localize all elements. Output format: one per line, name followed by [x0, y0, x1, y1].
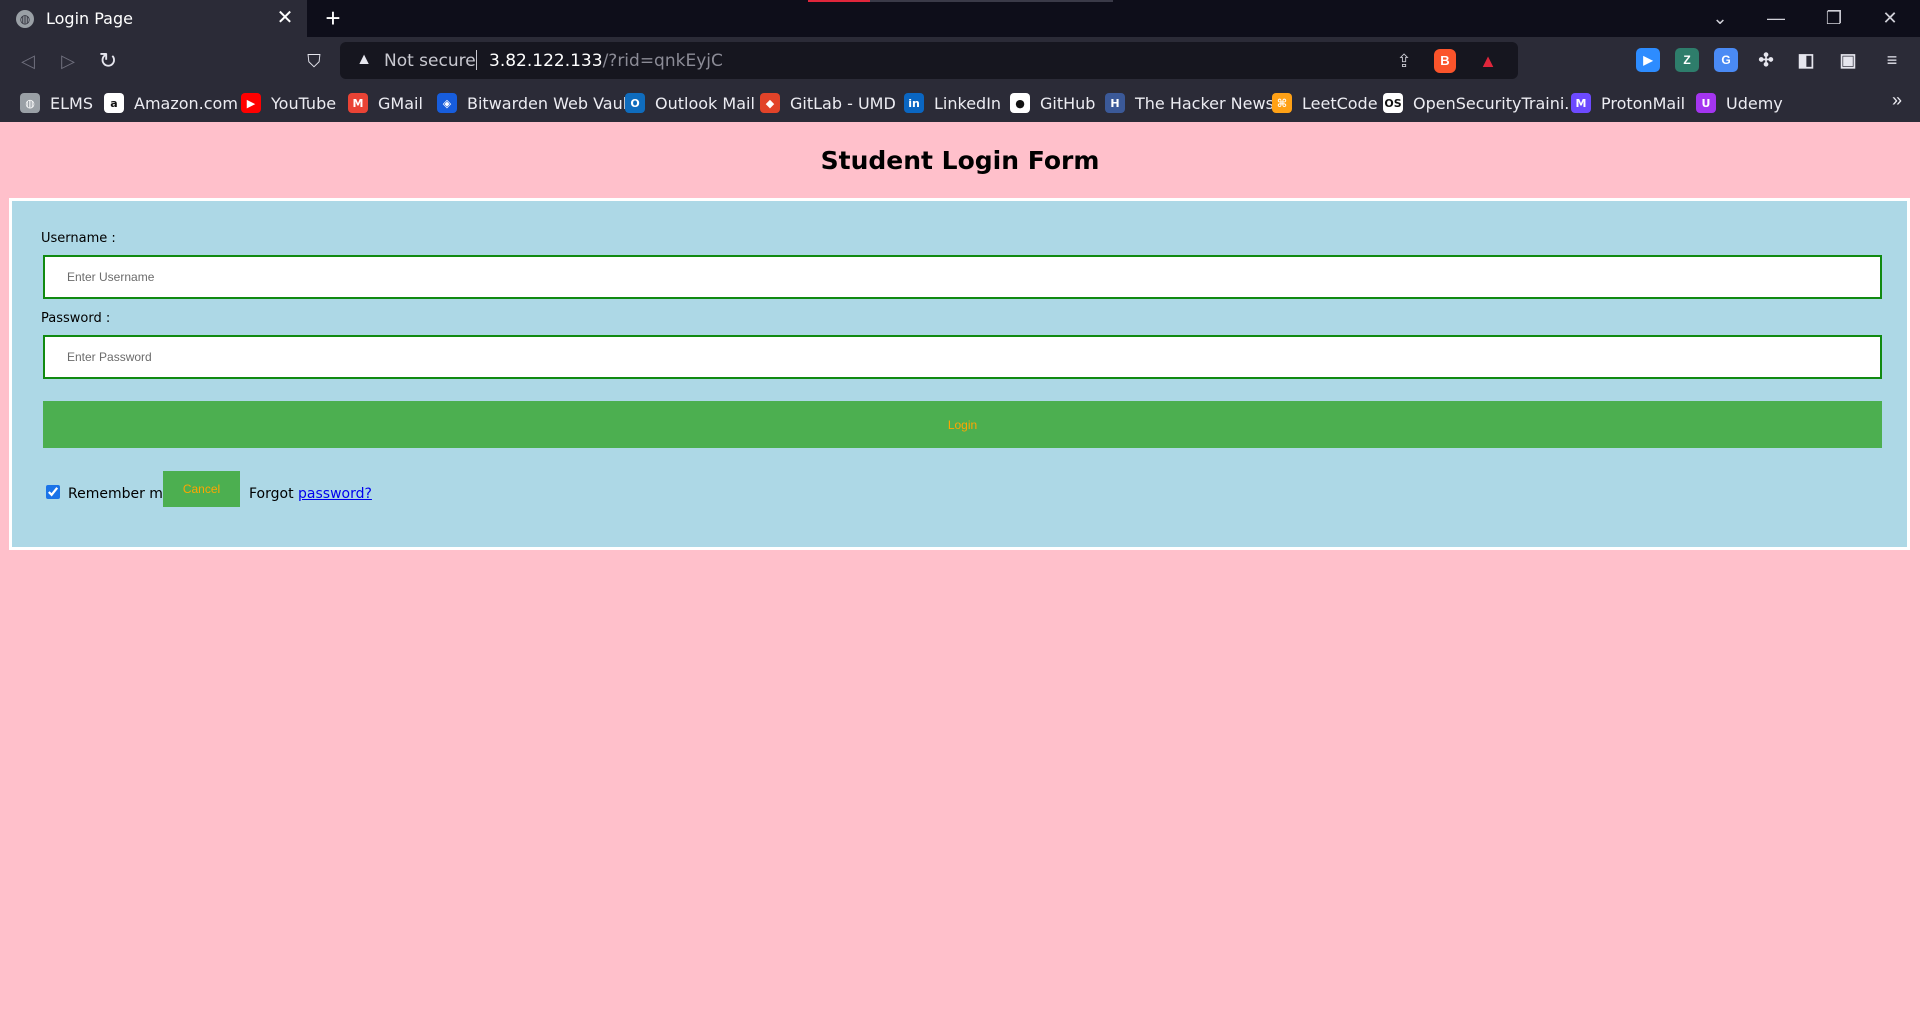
globe-icon: ◍: [20, 93, 40, 113]
amazon-icon: a: [104, 93, 124, 113]
extensions-icon[interactable]: ✣: [1754, 48, 1778, 72]
remember-me-checkbox[interactable]: [46, 485, 60, 499]
bookmark-label: ProtonMail: [1601, 93, 1686, 113]
bookmark-gitlab-umd[interactable]: ◆ GitLab - UMD: [760, 92, 896, 114]
back-icon[interactable]: ◁: [12, 45, 44, 77]
ost2-icon: OS: [1383, 93, 1403, 113]
divider: [476, 50, 477, 70]
bookmark-github[interactable]: ● GitHub: [1010, 92, 1095, 114]
bookmark-bitwarden-web-vault[interactable]: ◈ Bitwarden Web Vault: [437, 92, 633, 114]
warning-icon: ▲: [356, 51, 372, 68]
linkedin-icon: in: [904, 93, 924, 113]
bookmark-leetcode[interactable]: ⌘ LeetCode: [1272, 92, 1378, 114]
gitlab-icon: ◆: [760, 93, 780, 113]
udemy-icon: U: [1696, 93, 1716, 113]
bookmark-label: The Hacker News: [1135, 93, 1274, 113]
hackernews-icon: H: [1105, 93, 1125, 113]
bookmark-label: GitLab - UMD: [790, 93, 896, 113]
bookmark-udemy[interactable]: U Udemy: [1696, 92, 1783, 114]
bookmark-label: Bitwarden Web Vault: [467, 93, 634, 113]
brave-shields-icon[interactable]: B: [1434, 49, 1456, 73]
forward-icon[interactable]: ▷: [52, 45, 84, 77]
outlook-icon: O: [625, 93, 645, 113]
close-tab-icon[interactable]: ✕: [273, 6, 297, 30]
browser-toolbar: ◁ ▷ ↻ ⛉ ▲ Not secure 3.82.122.133/?rid=q…: [0, 37, 1920, 84]
wallet-icon[interactable]: ▣: [1836, 48, 1860, 72]
url-path: /?rid=qnkEyjC: [602, 51, 723, 71]
bookmark-label: LinkedIn: [934, 93, 1002, 113]
url-text[interactable]: 3.82.122.133/?rid=qnkEyjC: [489, 51, 723, 71]
github-icon: ●: [1010, 93, 1030, 113]
share-icon[interactable]: ⇪: [1392, 49, 1416, 73]
gmail-icon: M: [348, 93, 368, 113]
forgot-password-link[interactable]: password?: [298, 486, 372, 502]
page-content: Student Login Form Username : Password :…: [0, 122, 1920, 1018]
password-label: Password :: [41, 311, 111, 326]
url-host: 3.82.122.133: [489, 51, 603, 71]
bookmark-label: OpenSecurityTraini...: [1413, 93, 1580, 113]
forgot-password-text: Forgot password?: [249, 486, 372, 502]
bookmark-label: YouTube: [271, 93, 337, 113]
tab-search-icon[interactable]: ⌄: [1692, 0, 1748, 37]
bookmark-label: GMail: [378, 93, 423, 113]
cancel-button[interactable]: Cancel: [163, 471, 240, 507]
login-form: Username : Password : Login Remember me …: [9, 198, 1910, 550]
bookmark-label: LeetCode: [1302, 93, 1378, 113]
protonmail-icon: M: [1571, 93, 1591, 113]
username-label: Username :: [41, 231, 116, 246]
minimize-button[interactable]: —: [1748, 0, 1804, 37]
bookmarks-bar: » ◍ ELMS a Amazon.com ▶ YouTube M GMail ◈ Bitward…: [0, 84, 1920, 122]
translate-extension-icon[interactable]: G: [1714, 48, 1738, 72]
tab-title: Login Page: [46, 9, 133, 28]
more-bookmarks-icon[interactable]: »: [1892, 90, 1902, 111]
tab-strip: ◍ Login Page ✕ + ⌄ — ❐ ✕: [0, 0, 1920, 37]
bookmark-amazon-com[interactable]: a Amazon.com: [104, 92, 238, 114]
bookmark-the-hacker-news[interactable]: H The Hacker News: [1105, 92, 1274, 114]
bookmark-gmail[interactable]: M GMail: [348, 92, 423, 114]
leetcode-icon: ⌘: [1272, 93, 1292, 113]
bookmark-opensecuritytraini[interactable]: OS OpenSecurityTraini...: [1383, 92, 1580, 114]
loading-bar: [808, 0, 1113, 2]
bookmark-label: GitHub: [1040, 93, 1096, 113]
new-tab-button[interactable]: +: [318, 4, 348, 34]
bookmark-label: Amazon.com: [134, 93, 238, 113]
remember-me-label: Remember me: [68, 486, 172, 502]
bookmark-outlook-mail[interactable]: O Outlook Mail: [625, 92, 755, 114]
sidebar-icon[interactable]: ◧: [1794, 48, 1818, 72]
address-bar[interactable]: ▲ Not secure 3.82.122.133/?rid=qnkEyjC ⇪…: [340, 42, 1518, 79]
bookmark-label: Udemy: [1726, 93, 1783, 113]
bookmark-linkedin[interactable]: in LinkedIn: [904, 92, 1001, 114]
menu-icon[interactable]: ≡: [1880, 48, 1904, 72]
forgot-prefix: Forgot: [249, 486, 294, 502]
active-tab[interactable]: ◍ Login Page ✕: [0, 0, 307, 37]
bitwarden-icon: ◈: [437, 93, 457, 113]
password-input[interactable]: [43, 335, 1882, 379]
bookmark-icon[interactable]: ⛉: [298, 45, 330, 77]
youtube-icon: ▶: [241, 93, 261, 113]
username-input[interactable]: [43, 255, 1882, 299]
bookmark-protonmail[interactable]: M ProtonMail: [1571, 92, 1685, 114]
login-button[interactable]: Login: [43, 401, 1882, 448]
page-title: Student Login Form: [820, 146, 1100, 175]
zoom-extension-icon[interactable]: ▶: [1636, 48, 1660, 72]
security-status: Not secure: [384, 51, 476, 71]
reload-icon[interactable]: ↻: [92, 45, 124, 77]
shield-extension-icon[interactable]: Z: [1675, 48, 1699, 72]
bookmark-youtube[interactable]: ▶ YouTube: [241, 92, 336, 114]
close-window-button[interactable]: ✕: [1862, 0, 1918, 37]
globe-icon: ◍: [16, 9, 34, 28]
bookmark-elms[interactable]: ◍ ELMS: [20, 92, 93, 114]
brave-rewards-icon[interactable]: ▲: [1476, 49, 1500, 73]
restore-button[interactable]: ❐: [1806, 0, 1862, 37]
bookmark-label: ELMS: [50, 93, 93, 113]
bookmark-label: Outlook Mail: [655, 93, 755, 113]
